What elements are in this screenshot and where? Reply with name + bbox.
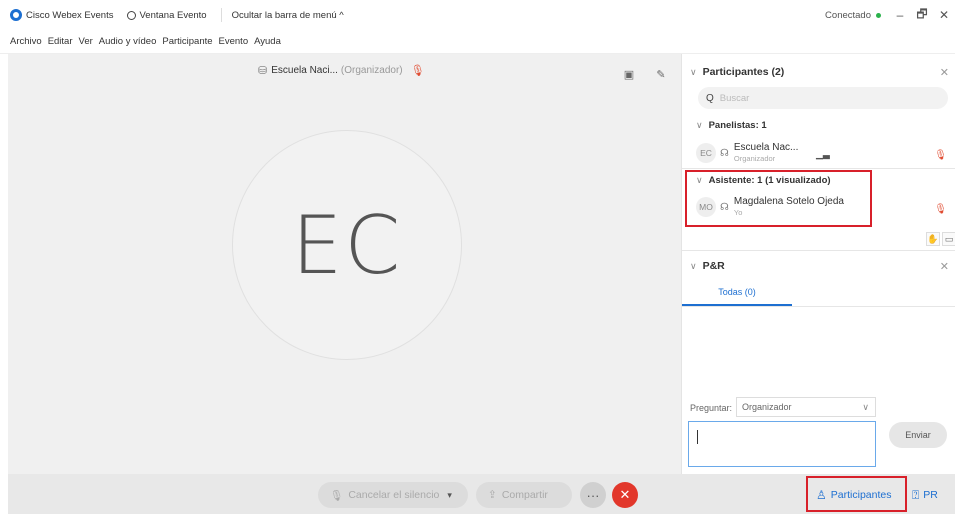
mic-icon: 🎙: [330, 489, 344, 502]
muted-mic-icon: 🎙: [934, 204, 947, 215]
host-icon: ⛁: [258, 65, 268, 77]
share-icon: ⇪: [488, 489, 497, 501]
webex-logo-icon: [10, 9, 22, 21]
event-window-button[interactable]: Ventana Evento: [127, 9, 207, 21]
chevron-down-icon: ∨: [696, 175, 703, 185]
connected-dot-icon: [876, 12, 881, 18]
headset-icon: ☊: [720, 201, 729, 213]
menu-participante[interactable]: Participante: [162, 36, 212, 47]
question-input[interactable]: [688, 421, 876, 467]
attendees-title: Asistente: 1 (1 visualizado): [708, 175, 831, 186]
menu-archivo[interactable]: Archivo: [10, 36, 42, 47]
avatar: EC: [696, 143, 716, 163]
menu-audio-video[interactable]: Audio y vídeo: [99, 36, 157, 47]
event-window-label: Ventana Evento: [139, 9, 207, 21]
attendee-role: Yo: [733, 208, 743, 217]
leave-event-button[interactable]: ✕: [612, 482, 638, 508]
bottom-control-bar: 🎙 Cancelar el silencio ▾ ⇪ Compartir ···…: [8, 474, 955, 514]
tab-divider: [682, 306, 955, 307]
muted-mic-icon: 🎙: [934, 150, 947, 161]
unmute-button[interactable]: 🎙 Cancelar el silencio ▾: [318, 482, 468, 508]
title-divider: [220, 8, 222, 22]
close-participants-icon[interactable]: ✕: [940, 66, 949, 79]
unmute-label: Cancelar el silencio: [348, 489, 440, 501]
qa-icon: ⍰: [912, 487, 920, 502]
pin-icon[interactable]: ✎: [652, 66, 670, 82]
headset-icon: ☊: [720, 147, 729, 159]
info-icon: [127, 10, 137, 20]
tab-all-questions[interactable]: Todas (0): [682, 287, 792, 297]
attendees-section-header[interactable]: ∨ Asistente: 1 (1 visualizado): [696, 175, 831, 186]
chat-icon[interactable]: ▭: [942, 232, 955, 246]
chevron-down-icon: ∨: [862, 401, 869, 412]
hide-menu-button[interactable]: Ocultar la barra de menú ^: [232, 10, 344, 21]
menu-bar: Archivo Editar Ver Audio y vídeo Partici…: [0, 30, 955, 54]
panelist-row[interactable]: EC ☊ Escuela Nac... Organizador: [696, 142, 798, 164]
avatar: MO: [696, 197, 716, 217]
connection-status: Conectado: [825, 10, 881, 21]
picture-in-picture-icon[interactable]: ▣: [620, 66, 638, 82]
signal-icon: ▁▃: [816, 149, 830, 159]
qa-panel-button[interactable]: ⍰ PR: [912, 482, 938, 508]
qa-title: P&R: [702, 260, 725, 272]
section-divider: [682, 168, 955, 169]
presenter-role: (Organizador): [340, 65, 403, 76]
menu-ver[interactable]: Ver: [79, 36, 93, 47]
panelists-title: Panelistas: 1: [708, 120, 767, 131]
person-icon: ♙: [816, 488, 827, 502]
attendee-name: Magdalena Sotelo Ojeda: [733, 196, 844, 207]
menu-evento[interactable]: Evento: [219, 36, 249, 47]
ask-recipient-value: Organizador: [742, 402, 792, 412]
search-placeholder: Buscar: [719, 92, 750, 104]
send-button[interactable]: Enviar: [889, 422, 947, 448]
ask-recipient-select[interactable]: Organizador ∨: [736, 397, 876, 417]
presenter-avatar: EC: [232, 130, 462, 360]
qa-header[interactable]: ∨ P&R: [690, 260, 725, 272]
side-panel: ∨ Participantes (2) ✕ Q Buscar ∨ Panelis…: [681, 54, 955, 474]
section-divider: [682, 250, 955, 251]
participants-header[interactable]: ∨ Participantes (2): [690, 66, 784, 78]
video-stage: ⛁ Escuela Naci... (Organizador) 🎙 ▣ ✎ EC: [8, 54, 681, 474]
presenter-tag: ⛁ Escuela Naci... (Organizador) 🎙: [258, 64, 425, 77]
search-icon: Q: [706, 92, 714, 104]
panelist-name: Escuela Nac...: [733, 142, 799, 153]
panelist-role: Organizador: [733, 154, 776, 163]
participant-search-input[interactable]: Q Buscar: [698, 87, 948, 109]
close-qa-icon[interactable]: ✕: [940, 260, 949, 273]
chevron-down-icon: ∨: [690, 260, 697, 271]
attendee-row[interactable]: MO ☊ Magdalena Sotelo Ojeda Yo: [696, 196, 844, 218]
menu-ayuda[interactable]: Ayuda: [254, 36, 281, 47]
raise-hand-icon[interactable]: ✋: [926, 232, 940, 246]
app-title: Cisco Webex Events: [26, 9, 114, 21]
chevron-down-icon[interactable]: ▾: [447, 490, 452, 501]
share-button[interactable]: ⇪ Compartir: [476, 482, 572, 508]
text-cursor: [697, 430, 698, 444]
presenter-name: Escuela Naci...: [271, 65, 338, 76]
ask-label: Preguntar:: [690, 403, 733, 413]
minimize-button[interactable]: –: [889, 8, 911, 22]
muted-mic-icon: 🎙: [410, 65, 425, 77]
restore-button[interactable]: 🗗: [911, 5, 933, 26]
connection-status-label: Conectado: [825, 9, 871, 21]
panelists-section-header[interactable]: ∨ Panelistas: 1: [696, 120, 767, 131]
close-window-button[interactable]: ✕: [933, 8, 955, 22]
title-bar: Cisco Webex Events Ventana Evento Oculta…: [0, 0, 955, 30]
qa-button-label: PR: [923, 489, 938, 501]
participants-button-label: Participantes: [830, 489, 892, 501]
participants-title: Participantes (2): [702, 66, 785, 78]
menu-editar[interactable]: Editar: [48, 36, 73, 47]
chevron-down-icon: ∨: [690, 66, 697, 77]
participants-panel-button[interactable]: ♙ Participantes: [816, 482, 891, 508]
chevron-down-icon: ∨: [696, 120, 703, 130]
share-label: Compartir: [501, 489, 548, 501]
more-options-button[interactable]: ···: [580, 482, 606, 508]
